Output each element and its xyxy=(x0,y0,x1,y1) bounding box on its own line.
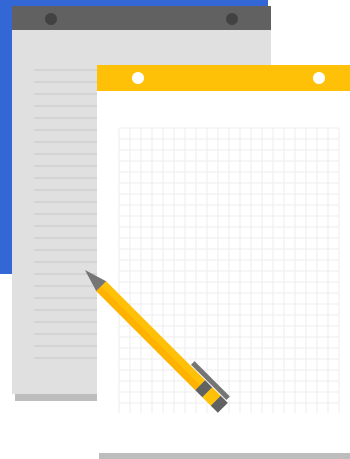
grid-paper-hole-right xyxy=(313,72,325,84)
notepad-hole-right xyxy=(226,13,238,25)
notepad-hole-left xyxy=(45,13,57,25)
grid-paper-shadow xyxy=(99,452,350,459)
grid-lines xyxy=(118,127,340,413)
notes-illustration xyxy=(0,0,350,459)
grid-paper-hole-left xyxy=(132,72,144,84)
notes-illustration-svg xyxy=(0,0,350,459)
